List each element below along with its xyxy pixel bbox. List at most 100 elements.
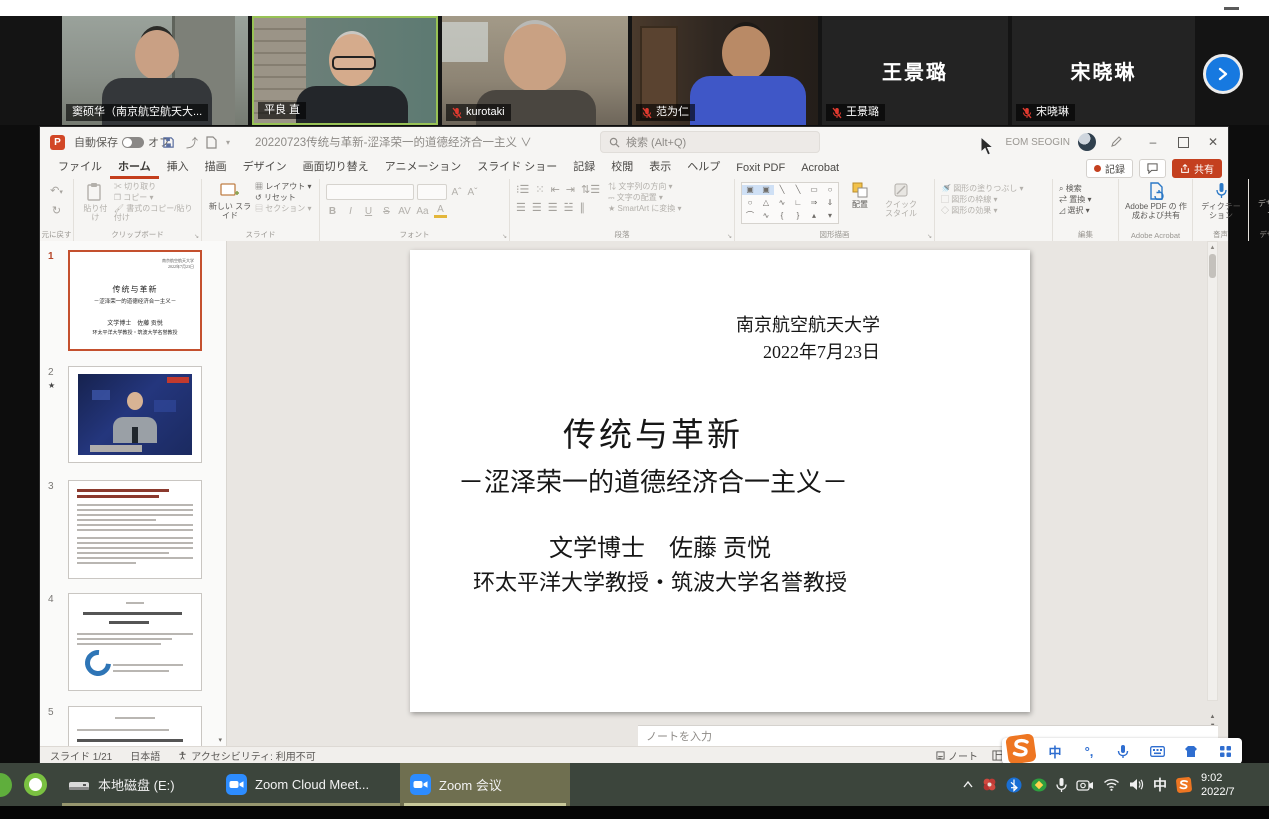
tab-home[interactable]: ホーム (110, 155, 159, 179)
find-button[interactable]: ⌕ 検索 (1059, 184, 1112, 193)
numbering-icon[interactable]: ⁙ (535, 184, 544, 197)
shape-curve-icon[interactable]: ∿ (763, 211, 770, 221)
status-slide-info[interactable]: スライド 1/21 (50, 748, 112, 763)
change-case-button[interactable]: Aa (416, 206, 429, 217)
participant-tile-camera-off[interactable]: 宋晓琳 宋晓琳 (1012, 16, 1195, 125)
tab-design[interactable]: デザイン (235, 155, 295, 179)
quick-styles-button[interactable]: クイック スタイル (881, 182, 921, 218)
shape-rectangle-icon[interactable]: ▭ (810, 185, 818, 195)
shape-effects-button[interactable]: ◇ 図形の効果 ▾ (941, 206, 1046, 215)
status-accessibility[interactable]: アクセシビリティ: 利用不可 (178, 748, 315, 763)
camera-tray-icon[interactable] (1076, 778, 1094, 791)
bullets-icon[interactable]: ⁝☰ (516, 184, 529, 197)
microphone-tray-icon[interactable] (1056, 777, 1067, 793)
shape-oval-icon[interactable]: ○ (828, 185, 833, 195)
shape-elbow-icon[interactable]: ∟ (794, 198, 802, 208)
shape-arrow-right-icon[interactable]: ⇒ (811, 198, 818, 208)
copy-button[interactable]: ❐ コピー ▾ (114, 193, 195, 202)
shape-arrow-line-icon[interactable]: ╲ (796, 185, 801, 195)
tray-expand-icon[interactable] (963, 781, 973, 788)
slide-thumbnail-5[interactable] (68, 706, 202, 746)
search-box[interactable]: 検索 (Alt+Q) (600, 131, 820, 153)
tab-foxit-pdf[interactable]: Foxit PDF (728, 159, 793, 179)
font-color-button[interactable]: A (434, 204, 447, 218)
align-left-icon[interactable]: ☰ (516, 202, 526, 215)
participant-tile-camera-off[interactable]: 王景璐 王景璐 (822, 16, 1008, 125)
tab-draw[interactable]: 描画 (197, 155, 235, 179)
punctuation-icon[interactable]: °, (1072, 744, 1106, 759)
slide-canvas[interactable]: 南京航空航天大学 2022年7月23日 传统与革新 －涩泽荣一的道德经济合一主义… (410, 250, 1030, 712)
dictate-button[interactable]: ディクテー ション (1199, 182, 1243, 220)
shape-freeform-icon[interactable]: ∿ (779, 198, 786, 208)
avatar[interactable] (1078, 127, 1096, 157)
taskbar-item-zoom-cloud[interactable]: Zoom Cloud Meet... (216, 763, 412, 806)
clipboard-dialog-launcher-icon[interactable]: ↘ (194, 233, 199, 240)
tab-insert[interactable]: 挿入 (159, 155, 197, 179)
taskbar-clock[interactable]: 9:02 2022/7 (1201, 771, 1265, 799)
tab-transitions[interactable]: 画面切り替え (295, 155, 377, 179)
layout-button[interactable]: ▦ レイアウト ▾ (255, 182, 311, 191)
italic-button[interactable]: I (344, 206, 357, 217)
document-title[interactable]: 20220723传统与革新-涩泽荣一的道德经济合一主义 ∨ (255, 127, 532, 157)
participant-tile-active-speaker[interactable]: 平良 直 (252, 16, 438, 125)
shape-arrow-down-icon[interactable]: ⇓ (827, 198, 834, 208)
record-button[interactable]: 記録 (1086, 159, 1133, 178)
tab-animations[interactable]: アニメーション (377, 155, 470, 179)
shape-outline-button[interactable]: ▢ 図形の枠線 ▾ (941, 195, 1046, 204)
taskbar-edge-icon[interactable] (0, 773, 12, 797)
voice-input-icon[interactable] (1106, 744, 1140, 759)
shape-recent-icon[interactable]: ▣ (758, 185, 774, 195)
sogou-logo-icon[interactable] (1004, 732, 1038, 766)
ribbon-collapse-chevron-icon[interactable]: ⌄ (1212, 226, 1220, 237)
tab-acrobat[interactable]: Acrobat (793, 159, 847, 179)
shape-fill-button[interactable]: 🚿 図形の塗りつぶし ▾ (941, 184, 1046, 193)
tab-view[interactable]: 表示 (641, 155, 679, 179)
tab-help[interactable]: ヘルプ (679, 155, 728, 179)
tab-review[interactable]: 校閲 (603, 155, 641, 179)
convert-smartart-button[interactable]: ★ SmartArt に変換 ▾ (608, 204, 681, 213)
browser-icon[interactable] (24, 773, 47, 796)
design-ideas-button[interactable]: デザイン アイデア (1255, 182, 1269, 217)
participant-tile[interactable]: 范为仁 (632, 16, 818, 125)
quick-access-document-icon[interactable] (206, 127, 217, 157)
replace-button[interactable]: ⇄ 置換 ▾ (1059, 195, 1112, 204)
chinese-mode-icon[interactable]: 中 (1038, 742, 1072, 761)
window-close-button[interactable]: ✕ (1198, 127, 1228, 157)
slide-thumbnail-panel[interactable]: 1 南京航空航天大学2022年7月23日 传统与革新 －涩泽荣一的道德经济合一主… (40, 241, 227, 746)
comments-button[interactable] (1139, 159, 1166, 178)
slide-thumbnail-2[interactable] (68, 366, 202, 463)
autosave-toggle[interactable]: 自動保存 オフ (74, 127, 170, 157)
shape-triangle-icon[interactable]: △ (763, 198, 769, 208)
toolbox-grid-icon[interactable] (1208, 745, 1242, 758)
align-center-icon[interactable]: ☰ (532, 202, 542, 215)
pen-icon[interactable] (1110, 127, 1122, 157)
underline-button[interactable]: U (362, 206, 375, 217)
shape-arc-icon[interactable]: ⌒ (746, 211, 754, 221)
window-minimize-button[interactable]: – (1138, 127, 1168, 157)
drawing-dialog-launcher-icon[interactable]: ↘ (927, 233, 932, 240)
shape-line-icon[interactable]: ╲ (780, 185, 785, 195)
skin-icon[interactable] (1174, 745, 1208, 758)
font-size-combobox[interactable] (417, 184, 447, 200)
soft-keyboard-icon[interactable] (1140, 746, 1174, 757)
slide-thumbnail-3[interactable] (68, 480, 202, 579)
bold-button[interactable]: B (326, 206, 339, 217)
text-direction-button[interactable]: ⇅ 文字列の方向 ▾ (608, 182, 681, 191)
speaker-tray-icon[interactable] (1129, 778, 1144, 791)
justify-icon[interactable]: ☱ (564, 202, 574, 215)
decrease-font-icon[interactable]: Aˇ (466, 187, 479, 198)
increase-font-icon[interactable]: Aˆ (450, 187, 463, 198)
slide-thumbnail-1[interactable]: 南京航空航天大学2022年7月23日 传统与革新 －涩泽荣一的道德经济合一主义－… (68, 250, 202, 351)
create-pdf-button[interactable]: Adobe PDF の 作成および共有 (1125, 182, 1187, 220)
thumbnail-scroll-down-icon[interactable]: ▾ (218, 736, 222, 744)
decrease-indent-icon[interactable]: ⇤ (551, 184, 560, 197)
undo-icon[interactable]: ↶▾ (50, 185, 63, 199)
format-painter-button[interactable]: 🖌 書式のコピー/貼り付け (114, 204, 195, 222)
shape-brace-right-icon[interactable]: } (797, 211, 800, 221)
sogou-tray-icon[interactable] (1176, 777, 1192, 793)
participant-tile[interactable]: kurotaki (442, 16, 628, 125)
strikethrough-button[interactable]: S (380, 206, 393, 217)
character-spacing-icon[interactable]: AV (398, 206, 411, 217)
align-text-button[interactable]: ⎓ 文字の配置 ▾ (608, 193, 681, 202)
arrange-button[interactable]: 配置 (845, 182, 875, 209)
